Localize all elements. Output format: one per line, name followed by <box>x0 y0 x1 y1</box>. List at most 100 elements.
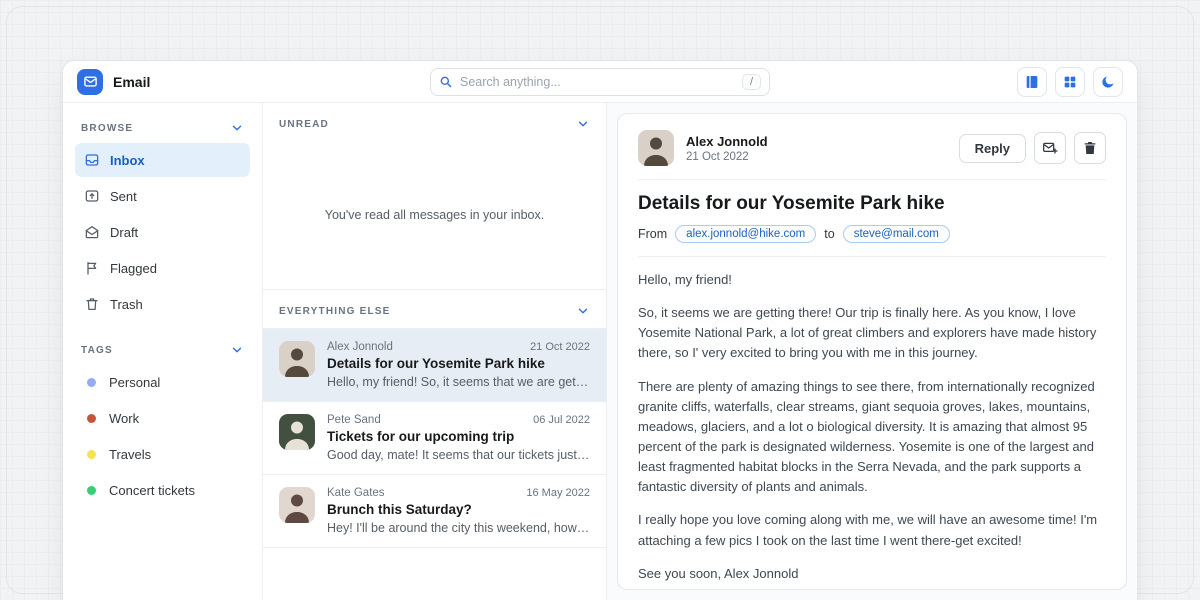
draft-envelope-icon <box>84 224 100 240</box>
tag-label: Work <box>109 411 139 426</box>
email-paragraph: See you soon, Alex Jonnold <box>638 564 1106 584</box>
forward-to-inbox-icon <box>1042 140 1058 156</box>
detail-date: 21 Oct 2022 <box>686 151 768 163</box>
delete-button[interactable] <box>1074 132 1106 164</box>
chevron-down-icon[interactable] <box>230 121 244 135</box>
chevron-down-icon[interactable] <box>576 304 590 318</box>
email-detail-card: Alex Jonnold 21 Oct 2022 Reply De <box>617 113 1127 590</box>
sidebar-item-label: Draft <box>110 225 138 240</box>
sidebar-item-draft[interactable]: Draft <box>75 215 250 249</box>
book-icon <box>1024 74 1040 90</box>
email-paragraph: Hello, my friend! <box>638 270 1106 290</box>
dark-mode-toggle[interactable] <box>1093 67 1123 97</box>
sidebar-tag-concert-tickets[interactable]: Concert tickets <box>75 473 250 507</box>
sidebar: Browse Inbox Sent Draft Flagged Tra <box>63 103 263 600</box>
unread-section-header[interactable]: Unread <box>263 103 606 141</box>
email-subject: Details for our Yosemite Park hike <box>327 356 590 371</box>
tag-label: Concert tickets <box>109 483 195 498</box>
reply-button[interactable]: Reply <box>959 134 1026 163</box>
sidebar-item-sent[interactable]: Sent <box>75 179 250 213</box>
sidebar-tag-personal[interactable]: Personal <box>75 365 250 399</box>
header-actions <box>1017 67 1123 97</box>
from-email-chip[interactable]: alex.jonnold@hike.com <box>675 225 816 243</box>
email-app-window: Email / Browse <box>62 60 1138 600</box>
email-body: Hello, my friend! So, it seems we are ge… <box>638 270 1106 584</box>
tag-color-dot <box>87 378 96 387</box>
email-list-item[interactable]: Pete Sand 06 Jul 2022 Tickets for our up… <box>263 402 606 475</box>
sidebar-tag-work[interactable]: Work <box>75 401 250 435</box>
tags-label: Tags <box>81 345 113 356</box>
sidebar-item-label: Sent <box>110 189 137 204</box>
email-subject: Tickets for our upcoming trip <box>327 429 590 444</box>
email-date: 21 Oct 2022 <box>530 341 590 353</box>
detail-sender-name: Alex Jonnold <box>686 134 768 149</box>
unread-label: Unread <box>279 119 329 130</box>
docs-button[interactable] <box>1017 67 1047 97</box>
email-logo-icon <box>77 69 103 95</box>
email-sender: Alex Jonnold <box>327 341 393 353</box>
search-input[interactable] <box>460 75 735 89</box>
tag-label: Personal <box>109 375 160 390</box>
forward-button[interactable] <box>1034 132 1066 164</box>
send-icon <box>84 188 100 204</box>
sidebar-item-inbox[interactable]: Inbox <box>75 143 250 177</box>
tag-color-dot <box>87 486 96 495</box>
divider <box>638 179 1106 180</box>
chevron-down-icon[interactable] <box>576 117 590 131</box>
app-brand: Email <box>77 69 150 95</box>
everything-else-section-header[interactable]: Everything else <box>263 290 606 328</box>
email-sender: Pete Sand <box>327 414 381 426</box>
email-date: 16 May 2022 <box>526 487 590 499</box>
sidebar-item-flagged[interactable]: Flagged <box>75 251 250 285</box>
avatar <box>279 414 315 450</box>
email-detail-pane: Alex Jonnold 21 Oct 2022 Reply De <box>607 103 1137 600</box>
trash-icon <box>1082 140 1098 156</box>
app-title: Email <box>113 74 150 90</box>
to-label: to <box>824 227 834 241</box>
email-paragraph: There are plenty of amazing things to se… <box>638 377 1106 498</box>
email-paragraph: So, it seems we are getting there! Our t… <box>638 303 1106 363</box>
email-list-item[interactable]: Kate Gates 16 May 2022 Brunch this Satur… <box>263 475 606 548</box>
moon-icon <box>1100 74 1116 90</box>
everything-else-label: Everything else <box>279 306 391 317</box>
sidebar-item-label: Trash <box>110 297 143 312</box>
email-list-item[interactable]: Alex Jonnold 21 Oct 2022 Details for our… <box>263 329 606 402</box>
apps-button[interactable] <box>1055 67 1085 97</box>
sidebar-tag-travels[interactable]: Travels <box>75 437 250 471</box>
tag-label: Travels <box>109 447 151 462</box>
avatar <box>638 130 674 166</box>
detail-subject: Details for our Yosemite Park hike <box>638 193 1106 215</box>
flag-icon <box>84 260 100 276</box>
chevron-down-icon[interactable] <box>230 343 244 357</box>
avatar <box>279 487 315 523</box>
email-snippet: Good day, mate! It seems that our ticket… <box>327 448 590 462</box>
browse-section-header[interactable]: Browse <box>75 115 250 143</box>
email-snippet: Hello, my friend! So, it seems that we a… <box>327 375 590 389</box>
unread-empty-text: You've read all messages in your inbox. <box>325 208 544 222</box>
from-label: From <box>638 227 667 241</box>
sidebar-item-trash[interactable]: Trash <box>75 287 250 321</box>
tags-section-header[interactable]: Tags <box>75 337 250 365</box>
email-sender: Kate Gates <box>327 487 385 499</box>
sidebar-item-label: Inbox <box>110 153 145 168</box>
search-shortcut-key: / <box>742 74 761 90</box>
browse-label: Browse <box>81 123 133 134</box>
divider <box>638 256 1106 257</box>
avatar <box>279 341 315 377</box>
search-box[interactable]: / <box>430 68 770 96</box>
tag-color-dot <box>87 450 96 459</box>
sidebar-item-label: Flagged <box>110 261 157 276</box>
email-date: 06 Jul 2022 <box>533 414 590 426</box>
inbox-icon <box>84 152 100 168</box>
tag-color-dot <box>87 414 96 423</box>
email-paragraph: I really hope you love coming along with… <box>638 510 1106 550</box>
trash-icon <box>84 296 100 312</box>
email-subject: Brunch this Saturday? <box>327 502 590 517</box>
app-header: Email / <box>63 61 1137 103</box>
apps-grid-icon <box>1062 74 1078 90</box>
search-icon <box>439 75 453 89</box>
email-snippet: Hey! I'll be around the city this weeken… <box>327 521 590 535</box>
unread-empty-state: You've read all messages in your inbox. <box>263 141 606 289</box>
to-email-chip[interactable]: steve@mail.com <box>843 225 950 243</box>
email-list-pane: Unread You've read all messages in your … <box>263 103 607 600</box>
